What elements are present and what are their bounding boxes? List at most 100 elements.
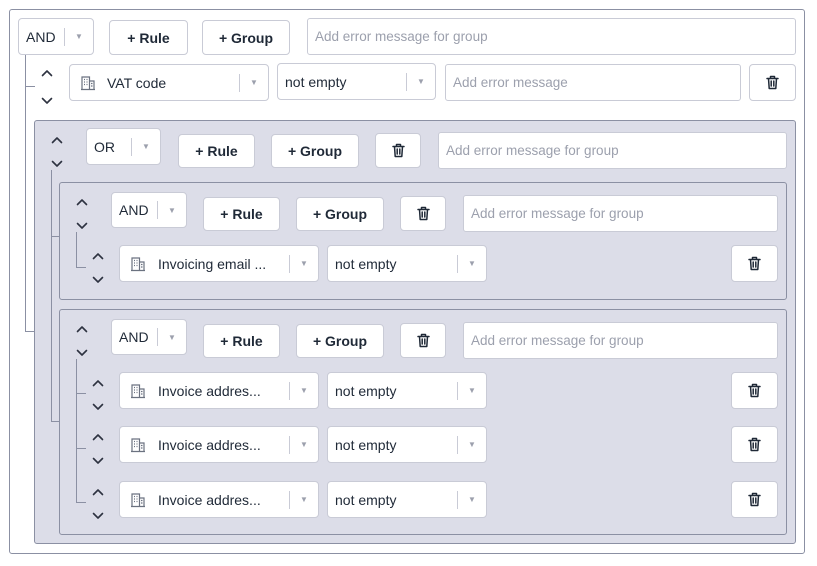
add-group-button[interactable]: + Group xyxy=(202,20,290,55)
tree-connector xyxy=(25,86,35,87)
chevron-up-icon[interactable] xyxy=(92,488,104,496)
move-control xyxy=(71,195,93,233)
chevron-down-icon[interactable] xyxy=(92,512,104,520)
trash-icon xyxy=(417,206,430,221)
add-group-button[interactable]: + Group xyxy=(271,134,359,168)
add-rule-button[interactable]: + Rule xyxy=(203,324,280,358)
tree-connector xyxy=(25,55,26,332)
delete-group-button[interactable] xyxy=(400,323,446,358)
rule-field-select[interactable]: VAT code ▼ xyxy=(69,64,269,101)
trash-icon xyxy=(766,75,779,90)
tree-connector xyxy=(76,267,86,268)
combinator-value: OR xyxy=(94,138,115,155)
caret-down-icon: ▼ xyxy=(168,205,176,215)
chevron-down-icon[interactable] xyxy=(76,349,88,357)
rule-operator-select[interactable]: not empty ▼ xyxy=(327,426,487,463)
rule-operator-select[interactable]: not empty ▼ xyxy=(327,245,487,282)
rule-field-value: Invoice addres... xyxy=(158,436,261,453)
delete-rule-button[interactable] xyxy=(731,426,778,463)
caret-down-icon: ▼ xyxy=(168,332,176,342)
tree-connector xyxy=(76,393,86,394)
and-combinator-select[interactable]: AND ▼ xyxy=(111,192,187,228)
chevron-down-icon[interactable] xyxy=(92,276,104,284)
group-error-input[interactable]: Add error message for group xyxy=(307,18,796,55)
chevron-down-icon[interactable] xyxy=(51,160,63,168)
chevron-down-icon[interactable] xyxy=(92,403,104,411)
caret-down-icon: ▼ xyxy=(468,259,476,268)
caret-down-icon: ▼ xyxy=(142,142,150,151)
caret-down-icon: ▼ xyxy=(468,495,476,504)
chevron-down-icon[interactable] xyxy=(41,97,53,105)
trash-icon xyxy=(748,256,761,271)
add-rule-button[interactable]: + Rule xyxy=(109,20,188,55)
combinator-value: AND xyxy=(26,28,56,45)
delete-group-button[interactable] xyxy=(400,196,446,231)
caret-down-icon: ▼ xyxy=(75,32,83,41)
chevron-down-icon[interactable] xyxy=(92,457,104,465)
rule-field-select[interactable]: Invoice addres... ▼ xyxy=(119,426,319,463)
chevron-down-icon[interactable] xyxy=(76,222,88,230)
delete-rule-button[interactable] xyxy=(731,372,778,409)
rule-operator-select[interactable]: not empty ▼ xyxy=(327,481,487,518)
rule-operator-select[interactable]: not empty ▼ xyxy=(277,63,436,100)
group-error-input[interactable]: Add error message for group xyxy=(438,132,787,169)
add-rule-button[interactable]: + Rule xyxy=(178,134,255,168)
tree-connector xyxy=(51,170,52,422)
rule-operator-value: not empty xyxy=(335,255,397,272)
add-group-button[interactable]: + Group xyxy=(296,324,384,358)
add-rule-button[interactable]: + Rule xyxy=(203,197,280,231)
move-control xyxy=(71,322,93,360)
group-error-input[interactable]: Add error message for group xyxy=(463,322,778,359)
caret-down-icon: ▼ xyxy=(300,440,308,449)
move-control xyxy=(87,249,109,287)
rule-field-select[interactable]: Invoicing email ... ▼ xyxy=(119,245,319,282)
move-control xyxy=(87,430,109,468)
rule-field-value: VAT code xyxy=(107,74,167,91)
tree-connector xyxy=(76,448,86,449)
chevron-up-icon[interactable] xyxy=(92,252,104,260)
tree-connector xyxy=(76,359,77,503)
chevron-up-icon[interactable] xyxy=(51,136,63,144)
move-control xyxy=(87,485,109,523)
chevron-up-icon[interactable] xyxy=(92,433,104,441)
rule-error-input[interactable]: Add error message xyxy=(445,64,741,101)
caret-down-icon: ▼ xyxy=(468,440,476,449)
combinator-value: AND xyxy=(119,329,149,345)
trash-icon xyxy=(748,437,761,452)
caret-down-icon: ▼ xyxy=(417,77,425,86)
rule-field-select[interactable]: Invoice addres... ▼ xyxy=(119,372,319,409)
root-combinator-select[interactable]: AND ▼ xyxy=(18,18,94,55)
chevron-up-icon[interactable] xyxy=(76,325,88,333)
trash-icon xyxy=(392,143,405,158)
delete-rule-button[interactable] xyxy=(749,64,796,101)
delete-rule-button[interactable] xyxy=(731,245,778,282)
group-error-input[interactable]: Add error message for group xyxy=(463,195,778,232)
rule-operator-value: not empty xyxy=(335,436,397,453)
rule-field-value: Invoice addres... xyxy=(158,382,261,399)
rule-field-select[interactable]: Invoice addres... ▼ xyxy=(119,481,319,518)
add-group-button[interactable]: + Group xyxy=(296,197,384,231)
combinator-value: AND xyxy=(119,202,149,218)
rule-operator-value: not empty xyxy=(335,491,397,508)
rule-field-value: Invoice addres... xyxy=(158,491,261,508)
delete-rule-button[interactable] xyxy=(731,481,778,518)
rule-operator-select[interactable]: not empty ▼ xyxy=(327,372,487,409)
chevron-up-icon[interactable] xyxy=(41,69,53,77)
chevron-up-icon[interactable] xyxy=(76,198,88,206)
move-control xyxy=(46,133,68,171)
rule-field-value: Invoicing email ... xyxy=(158,255,267,272)
building-icon xyxy=(130,256,146,272)
and-combinator-select[interactable]: AND ▼ xyxy=(111,319,187,355)
building-icon xyxy=(130,492,146,508)
tree-connector xyxy=(76,502,86,503)
or-combinator-select[interactable]: OR ▼ xyxy=(86,128,161,165)
delete-group-button[interactable] xyxy=(375,133,421,168)
move-control xyxy=(87,376,109,414)
building-icon xyxy=(130,437,146,453)
caret-down-icon: ▼ xyxy=(250,78,258,87)
tree-connector xyxy=(76,232,77,268)
chevron-up-icon[interactable] xyxy=(92,379,104,387)
rule-operator-value: not empty xyxy=(335,382,397,399)
building-icon xyxy=(130,383,146,399)
caret-down-icon: ▼ xyxy=(300,259,308,268)
